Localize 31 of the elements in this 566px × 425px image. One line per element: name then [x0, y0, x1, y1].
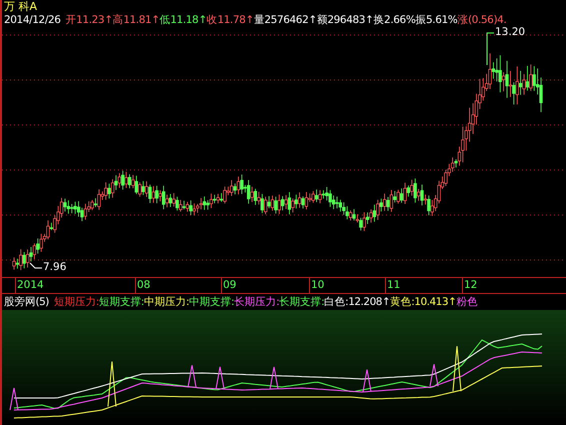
legend-item: 中期压力: [144, 294, 190, 310]
quote-stat: 振5.61% [415, 13, 458, 28]
legend-item: 黄色:10.413↑ [390, 294, 456, 310]
high-price-label: 13.20 [495, 26, 526, 38]
legend-item: 短期支撑: [98, 294, 144, 310]
legend-item: 长期压力: [234, 294, 280, 310]
quote-stat: 换2.66% [373, 13, 416, 28]
low-price-label: 7.96 [43, 261, 66, 274]
x-axis-label: 08 [135, 278, 150, 294]
leader-line [30, 262, 42, 269]
legend-item: 白色:12.208↑ [324, 294, 390, 310]
quote-stat: 收11.78↑ [206, 13, 254, 28]
x-axis-label: 12 [462, 278, 478, 294]
x-axis-label: 09 [221, 278, 236, 294]
x-axis-label: 11 [385, 278, 400, 294]
legend-item: 粉色 [456, 294, 478, 310]
legend-item: 中期支撑: [189, 294, 234, 310]
quote-stat: 涨(0.56)4. [457, 13, 506, 27]
indicator-title: 股旁网(5) [4, 294, 49, 310]
stock-name: 万 科A [3, 0, 38, 13]
quote-stat: 低11.18↑ [160, 13, 207, 28]
quote-stat: 高11.81↑ [112, 13, 160, 28]
quote-stat: 额296483↑ [316, 13, 374, 28]
legend-item: 长期支撑: [279, 294, 324, 310]
x-axis-label: 10 [309, 278, 324, 294]
leader-line [486, 32, 494, 66]
quote-stat: 开11.23↑ [66, 13, 113, 28]
quote-date: 2014/12/26 [4, 13, 61, 28]
quote-stat: 量2576462↑ [254, 13, 317, 28]
x-axis-label: 2014 [15, 278, 44, 294]
legend-item: 短期压力: [54, 294, 99, 310]
